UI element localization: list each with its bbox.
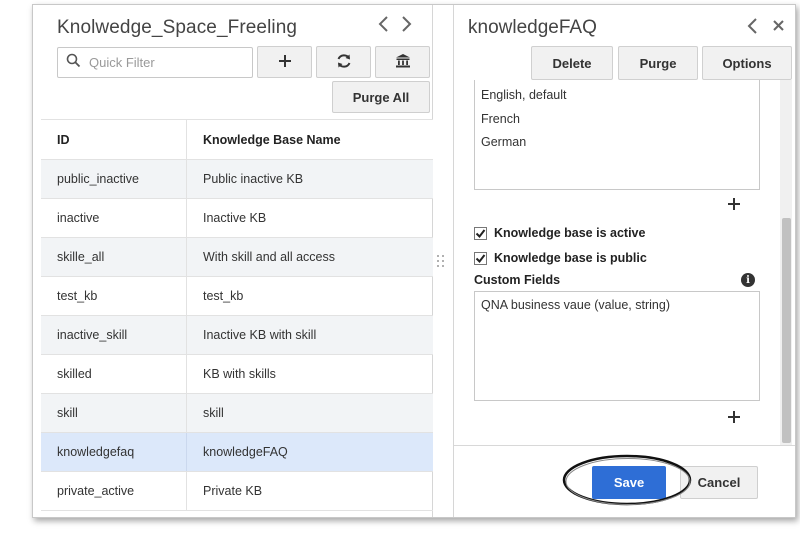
bank-button[interactable] (375, 46, 430, 78)
language-item[interactable]: French (481, 112, 753, 136)
cell-id: skille_all (41, 238, 187, 276)
cell-name: With skill and all access (203, 250, 335, 264)
knowledge-base-list-panel: Knolwedge_Space_Freeling Quick Filter Pu… (33, 5, 433, 517)
table-row[interactable]: inactive_skill Inactive KB with skill (41, 316, 433, 355)
plus-icon (278, 54, 292, 71)
checkbox-checked-icon[interactable] (474, 226, 487, 240)
active-checkbox-row[interactable]: Knowledge base is active (474, 226, 645, 240)
public-checkbox-label: Knowledge base is public (494, 251, 647, 265)
table-row[interactable]: test_kb test_kb (41, 277, 433, 316)
close-icon[interactable] (772, 19, 785, 37)
quick-filter[interactable] (57, 47, 253, 78)
info-icon[interactable]: i (741, 273, 755, 287)
refresh-icon (336, 53, 352, 72)
scrollbar-thumb[interactable] (782, 218, 791, 443)
cell-id: skill (41, 394, 187, 432)
table-row-selected[interactable]: knowledgefaq knowledgeFAQ (41, 433, 433, 472)
search-icon (66, 53, 81, 73)
column-header-name[interactable]: Knowledge Base Name (187, 120, 433, 159)
languages-list: English, default French German (474, 80, 760, 190)
refresh-button[interactable] (316, 46, 371, 78)
language-item[interactable]: German (481, 135, 753, 159)
panel-navigation (377, 15, 413, 37)
app-frame: Knolwedge_Space_Freeling Quick Filter Pu… (32, 4, 796, 518)
cell-name: Inactive KB with skill (203, 328, 317, 342)
knowledge-base-detail-panel: knowledgeFAQ Delete Purge Options Englis… (453, 5, 795, 517)
cell-name: knowledgeFAQ (203, 445, 288, 459)
table-row[interactable]: public_inactive Public inactive KB (41, 160, 433, 199)
save-button[interactable]: Save (592, 466, 666, 499)
chevron-left-icon[interactable] (746, 17, 758, 40)
cell-name: Private KB (203, 484, 263, 498)
add-button[interactable] (257, 46, 312, 78)
detail-footer: Save Cancel (454, 445, 795, 517)
options-button[interactable]: Options (702, 46, 792, 80)
cell-id: public_inactive (41, 160, 187, 198)
detail-title: knowledgeFAQ (468, 17, 597, 38)
public-checkbox-row[interactable]: Knowledge base is public (474, 251, 647, 265)
cell-name: skill (203, 406, 224, 420)
table-row[interactable]: skill skill (41, 394, 433, 433)
custom-field-item[interactable]: QNA business vaue (value, string) (481, 298, 753, 312)
table-row[interactable]: skilled KB with skills (41, 355, 433, 394)
detail-scrollbar[interactable] (780, 80, 792, 445)
cell-name: KB with skills (203, 367, 276, 381)
table-row[interactable]: private_active Private KB (41, 472, 433, 511)
custom-fields-label: Custom Fields (474, 273, 561, 287)
purge-button[interactable]: Purge (618, 46, 698, 80)
cell-id: skilled (41, 355, 187, 393)
table-row[interactable]: skille_all With skill and all access (41, 238, 433, 277)
active-checkbox-label: Knowledge base is active (494, 226, 646, 240)
language-item[interactable]: English, default (481, 88, 753, 112)
cell-id: test_kb (41, 277, 187, 315)
cell-name: Inactive KB (203, 211, 267, 225)
column-header-id[interactable]: ID (41, 120, 187, 159)
cell-id: inactive (41, 199, 187, 237)
bank-icon (395, 53, 411, 71)
cancel-button[interactable]: Cancel (680, 466, 758, 499)
cell-id: private_active (41, 472, 187, 510)
purge-all-button[interactable]: Purge All (332, 81, 430, 113)
add-custom-field-plus-icon[interactable] (727, 406, 741, 428)
checkbox-checked-icon[interactable] (474, 251, 487, 265)
chevron-right-icon[interactable] (401, 15, 413, 37)
delete-button[interactable]: Delete (531, 46, 613, 80)
chevron-left-icon[interactable] (377, 15, 389, 37)
table-row[interactable]: inactive Inactive KB (41, 199, 433, 238)
quick-filter-input[interactable] (89, 55, 239, 70)
cell-name: Public inactive KB (203, 172, 304, 186)
custom-fields-list: QNA business vaue (value, string) (474, 291, 760, 401)
cell-id: knowledgefaq (41, 433, 187, 471)
panel-title: Knolwedge_Space_Freeling (57, 17, 298, 38)
table-header: ID Knowledge Base Name (41, 119, 433, 160)
panel-splitter-handle[interactable] (437, 255, 447, 267)
cell-id: inactive_skill (41, 316, 187, 354)
add-language-plus-icon[interactable] (727, 193, 741, 215)
knowledge-base-table: ID Knowledge Base Name public_inactive P… (41, 119, 433, 511)
cell-name: test_kb (203, 289, 244, 303)
